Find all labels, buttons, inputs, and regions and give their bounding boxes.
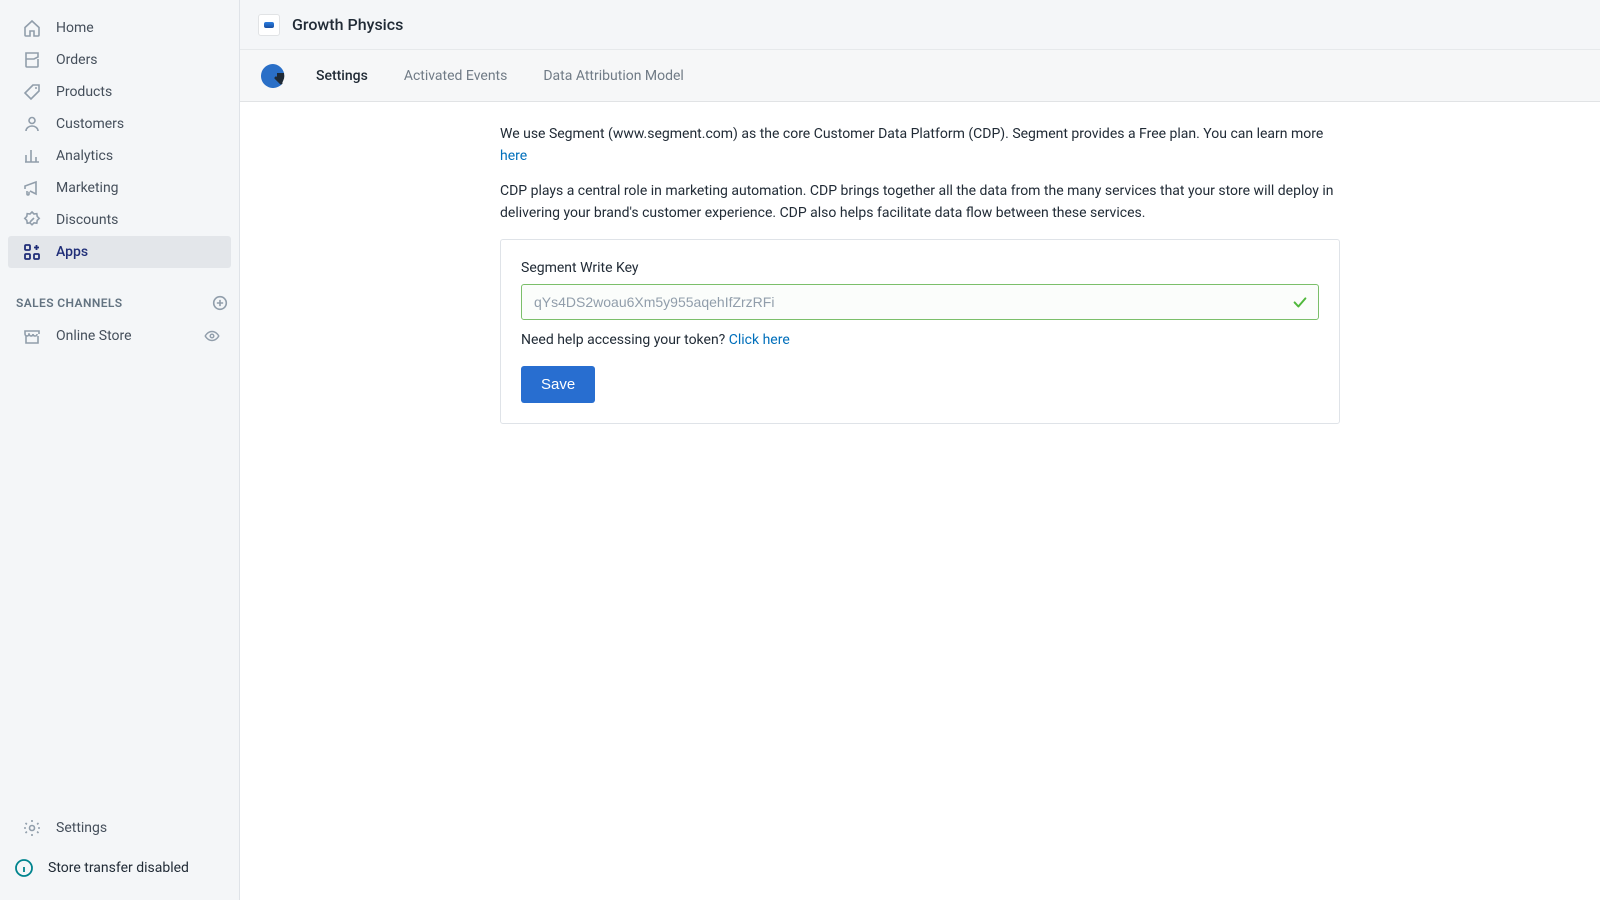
sidebar-channels-heading: SALES CHANNELS xyxy=(0,268,239,320)
sidebar-item-home[interactable]: Home xyxy=(8,12,231,44)
segment-write-key-input[interactable] xyxy=(521,284,1319,320)
sidebar-item-label: Analytics xyxy=(56,149,113,163)
main-column: Growth Physics Settings Activated Events… xyxy=(240,0,1600,900)
sidebar-item-label: Home xyxy=(56,21,94,35)
sidebar-item-products[interactable]: Products xyxy=(8,76,231,108)
sidebar: Home Orders Products Customers Analytics xyxy=(0,0,240,900)
orders-icon xyxy=(22,50,42,70)
sidebar-item-customers[interactable]: Customers xyxy=(8,108,231,140)
help-row: Need help accessing your token? Click he… xyxy=(521,332,1319,348)
sidebar-item-label: Orders xyxy=(56,53,98,67)
store-transfer-label: Store transfer disabled xyxy=(48,860,189,876)
bar-chart-icon xyxy=(22,146,42,166)
tab-label: Activated Events xyxy=(404,68,508,84)
tab-activated-events[interactable]: Activated Events xyxy=(386,50,526,102)
sidebar-item-label: Online Store xyxy=(56,329,132,343)
gear-icon xyxy=(22,818,42,838)
tab-label: Data Attribution Model xyxy=(543,68,683,84)
tab-label: Settings xyxy=(316,68,368,84)
sidebar-item-label: Products xyxy=(56,85,112,99)
tag-icon xyxy=(22,82,42,102)
save-button[interactable]: Save xyxy=(521,366,595,403)
store-icon xyxy=(22,326,42,346)
sidebar-item-apps[interactable]: Apps xyxy=(8,236,231,268)
user-icon xyxy=(22,114,42,134)
app-logo-icon xyxy=(258,14,280,36)
sidebar-item-online-store[interactable]: Online Store xyxy=(8,320,231,352)
sidebar-item-label: Settings xyxy=(56,821,107,835)
segment-form-card: Segment Write Key Need help accessing yo… xyxy=(500,239,1340,424)
eye-icon[interactable] xyxy=(203,327,221,345)
learn-more-link[interactable]: here xyxy=(500,148,527,164)
sidebar-item-label: Customers xyxy=(56,117,124,131)
sidebar-item-discounts[interactable]: Discounts xyxy=(8,204,231,236)
sidebar-item-label: Apps xyxy=(56,245,88,259)
app-title: Growth Physics xyxy=(292,15,403,34)
check-icon xyxy=(1291,293,1309,311)
sidebar-item-label: Discounts xyxy=(56,213,118,227)
megaphone-icon xyxy=(22,178,42,198)
intro-paragraph-2: CDP plays a central role in marketing au… xyxy=(500,181,1340,224)
discount-icon xyxy=(22,210,42,230)
sidebar-item-settings[interactable]: Settings xyxy=(8,812,231,844)
segment-write-key-label: Segment Write Key xyxy=(521,260,1319,276)
tab-settings[interactable]: Settings xyxy=(316,50,386,102)
growth-physics-logo-icon xyxy=(258,61,288,91)
store-transfer-row[interactable]: Store transfer disabled xyxy=(0,844,239,892)
sidebar-item-analytics[interactable]: Analytics xyxy=(8,140,231,172)
info-icon xyxy=(14,858,34,878)
sidebar-item-orders[interactable]: Orders xyxy=(8,44,231,76)
app-title-bar: Growth Physics xyxy=(240,0,1600,50)
app-tabbar: Settings Activated Events Data Attributi… xyxy=(240,50,1600,102)
sidebar-item-label: Marketing xyxy=(56,181,119,195)
apps-icon xyxy=(22,242,42,262)
home-icon xyxy=(22,18,42,38)
click-here-link[interactable]: Click here xyxy=(729,332,790,348)
intro-paragraph-1: We use Segment (www.segment.com) as the … xyxy=(500,124,1340,167)
add-channel-icon[interactable] xyxy=(211,294,229,312)
sidebar-item-marketing[interactable]: Marketing xyxy=(8,172,231,204)
content-area: We use Segment (www.segment.com) as the … xyxy=(240,102,1600,900)
tab-data-attribution[interactable]: Data Attribution Model xyxy=(525,50,701,102)
